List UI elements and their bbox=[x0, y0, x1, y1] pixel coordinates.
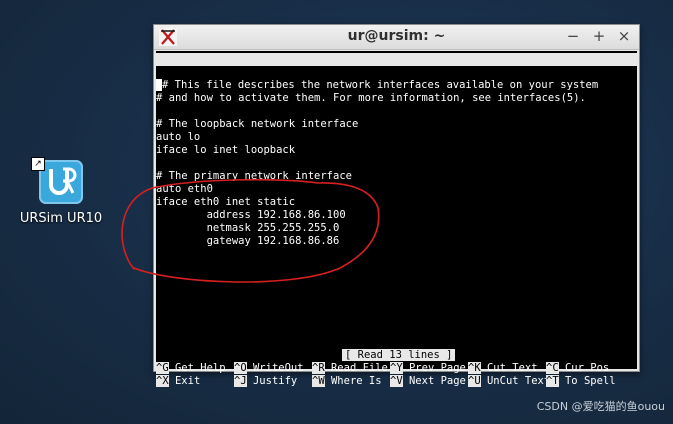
desktop-icon-label: URSim UR10 bbox=[19, 211, 103, 226]
shortcut-to-spell[interactable]: ^T To Spell bbox=[546, 375, 616, 388]
file-line[interactable]: # and how to activate them. For more inf… bbox=[156, 92, 586, 105]
shortcut-where-is[interactable]: ^W Where Is bbox=[312, 375, 382, 388]
shortcut-arrow-icon: ↗ bbox=[31, 157, 45, 171]
window-titlebar[interactable]: ur@ursim: ~ − + × bbox=[154, 25, 639, 50]
file-line[interactable]: address 192.168.86.100 bbox=[156, 209, 346, 222]
nano-version: GNU nano 2.2.6 bbox=[170, 66, 259, 78]
file-line[interactable]: gateway 192.168.86.86 bbox=[156, 235, 340, 248]
nano-header-bar: GNU nano 2.2.6 File: /etc/network/interf… bbox=[156, 53, 637, 91]
file-line[interactable]: auto lo bbox=[156, 131, 200, 144]
file-line[interactable]: iface eth0 inet static bbox=[156, 196, 295, 209]
nano-status-message: [ Read 13 lines ] bbox=[342, 349, 456, 361]
file-line[interactable]: # This file describes the network interf… bbox=[156, 79, 598, 92]
desktop-icon-ursim[interactable]: ↗ URSim UR10 bbox=[14, 157, 108, 226]
file-line[interactable]: iface lo inet loopback bbox=[156, 144, 295, 157]
shortcut-writeout[interactable]: ^O WriteOut bbox=[234, 362, 304, 375]
shortcut-next-page[interactable]: ^V Next Page bbox=[390, 375, 466, 388]
terminal-screen[interactable]: GNU nano 2.2.6 File: /etc/network/interf… bbox=[156, 51, 637, 387]
shortcut-get-help[interactable]: ^G Get Help bbox=[156, 362, 226, 375]
shortcut-exit[interactable]: ^X Exit bbox=[156, 375, 200, 388]
shortcut-read-file[interactable]: ^R Read File bbox=[312, 362, 388, 375]
shortcut-prev-page[interactable]: ^Y Prev Page bbox=[390, 362, 466, 375]
file-line[interactable]: # The loopback network interface bbox=[156, 118, 358, 131]
file-line[interactable]: # The primary network interface bbox=[156, 170, 352, 183]
shortcut-uncut-text[interactable]: ^U UnCut Text bbox=[468, 375, 550, 388]
shortcut-cut-text[interactable]: ^K Cut Text bbox=[468, 362, 538, 375]
shortcut-cur-pos[interactable]: ^C Cur Pos bbox=[546, 362, 609, 375]
minimize-button[interactable]: − bbox=[564, 27, 582, 45]
maximize-button[interactable]: + bbox=[590, 27, 608, 45]
ursim-app-icon[interactable]: ↗ bbox=[31, 157, 83, 204]
close-button[interactable]: × bbox=[615, 27, 633, 45]
ur-logo-icon bbox=[49, 167, 77, 195]
file-line[interactable]: netmask 255.255.255.0 bbox=[156, 222, 340, 235]
file-line[interactable]: auto eth0 bbox=[156, 183, 213, 196]
shortcut-justify[interactable]: ^J Justify bbox=[234, 375, 297, 388]
csdn-watermark: CSDN @爱吃猫的鱼ouou bbox=[536, 400, 665, 413]
terminal-window[interactable]: ur@ursim: ~ − + × GNU nano 2.2.6 File: /… bbox=[153, 24, 640, 387]
